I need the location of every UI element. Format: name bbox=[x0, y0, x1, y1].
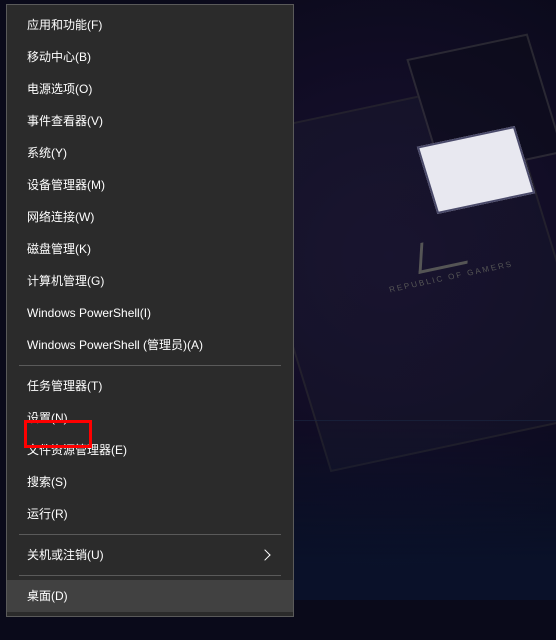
rog-logo-icon bbox=[419, 233, 470, 274]
menu-separator bbox=[19, 365, 281, 366]
menu-item-task-manager[interactable]: 任务管理器(T) bbox=[7, 370, 293, 402]
menu-item-desktop[interactable]: 桌面(D) bbox=[7, 580, 293, 612]
menu-item-powershell-admin[interactable]: Windows PowerShell (管理员)(A) bbox=[7, 329, 293, 361]
menu-item-shutdown-signout[interactable]: 关机或注销(U) bbox=[7, 539, 293, 571]
menu-label: 网络连接(W) bbox=[27, 209, 94, 225]
menu-item-mobility-center[interactable]: 移动中心(B) bbox=[7, 41, 293, 73]
menu-item-apps-features[interactable]: 应用和功能(F) bbox=[7, 9, 293, 41]
menu-item-event-viewer[interactable]: 事件查看器(V) bbox=[7, 105, 293, 137]
menu-label: 计算机管理(G) bbox=[27, 273, 104, 289]
menu-label: 文件资源管理器(E) bbox=[27, 442, 127, 458]
menu-label: 任务管理器(T) bbox=[27, 378, 102, 394]
chevron-right-icon bbox=[259, 549, 270, 560]
menu-item-powershell[interactable]: Windows PowerShell(I) bbox=[7, 297, 293, 329]
menu-label: 搜索(S) bbox=[27, 474, 67, 490]
menu-label: 移动中心(B) bbox=[27, 49, 91, 65]
menu-item-run[interactable]: 运行(R) bbox=[7, 498, 293, 530]
menu-item-search[interactable]: 搜索(S) bbox=[7, 466, 293, 498]
menu-label: 事件查看器(V) bbox=[27, 113, 103, 129]
menu-label: Windows PowerShell (管理员)(A) bbox=[27, 337, 203, 353]
winx-context-menu: 应用和功能(F) 移动中心(B) 电源选项(O) 事件查看器(V) 系统(Y) … bbox=[6, 4, 294, 617]
menu-label: 应用和功能(F) bbox=[27, 17, 102, 33]
menu-item-network-connections[interactable]: 网络连接(W) bbox=[7, 201, 293, 233]
menu-item-file-explorer[interactable]: 文件资源管理器(E) bbox=[7, 434, 293, 466]
menu-label: 设置(N) bbox=[27, 410, 68, 426]
menu-label: Windows PowerShell(I) bbox=[27, 305, 151, 321]
menu-label: 电源选项(O) bbox=[27, 81, 92, 97]
menu-item-computer-management[interactable]: 计算机管理(G) bbox=[7, 265, 293, 297]
bg-bottom-decorative bbox=[256, 420, 556, 600]
menu-item-power-options[interactable]: 电源选项(O) bbox=[7, 73, 293, 105]
menu-item-settings[interactable]: 设置(N) bbox=[7, 402, 293, 434]
menu-label: 运行(R) bbox=[27, 506, 68, 522]
menu-item-device-manager[interactable]: 设备管理器(M) bbox=[7, 169, 293, 201]
menu-label: 桌面(D) bbox=[27, 588, 68, 604]
menu-label: 设备管理器(M) bbox=[27, 177, 105, 193]
menu-label: 系统(Y) bbox=[27, 145, 67, 161]
menu-label: 关机或注销(U) bbox=[27, 547, 104, 563]
menu-separator bbox=[19, 534, 281, 535]
menu-separator bbox=[19, 575, 281, 576]
menu-item-disk-management[interactable]: 磁盘管理(K) bbox=[7, 233, 293, 265]
menu-label: 磁盘管理(K) bbox=[27, 241, 91, 257]
menu-item-system[interactable]: 系统(Y) bbox=[7, 137, 293, 169]
